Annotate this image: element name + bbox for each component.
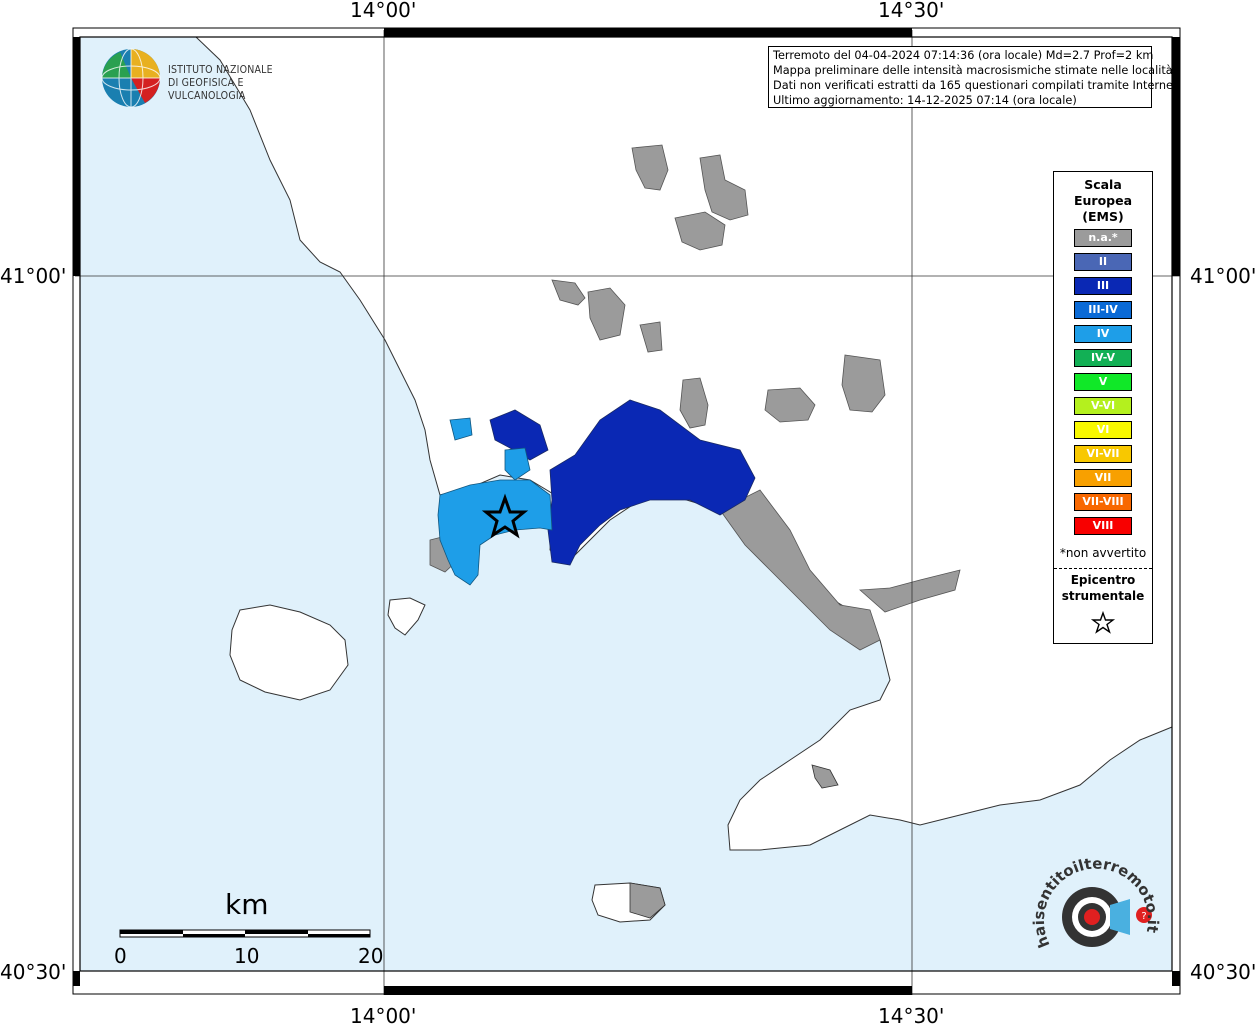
event-info-line-4: Ultimo aggiornamento: 14-12-2025 07:14 (… [773, 94, 1077, 107]
legend-item-iii-iv: III-IV [1074, 301, 1132, 319]
tick-lat-40-30-left: 40°30' [0, 960, 67, 984]
target-icon: ? haisentitoilterremoto.it [1030, 855, 1162, 951]
scale-bar-label-0: 0 [114, 944, 127, 968]
legend-item-viii: VIII [1074, 517, 1132, 535]
legend-separator [1054, 568, 1152, 569]
legend-item-n-a: n.a.* [1074, 229, 1132, 247]
logo-line-2: DI GEOFISICA E VULCANOLOGIA [168, 77, 246, 102]
event-info-line-2: Mappa preliminare delle intensità macros… [773, 64, 1173, 77]
legend-item-vi-vii: VI-VII [1074, 445, 1132, 463]
legend-item-ii: II [1074, 253, 1132, 271]
legend-item-vii: VII [1074, 469, 1132, 487]
tick-lat-41-00-left: 41°00' [0, 264, 67, 288]
ingv-logo: ISTITUTO NAZIONALE DI GEOFISICA E VULCAN… [100, 47, 320, 109]
scale-bar-label-20: 20 [358, 944, 384, 968]
legend-epicenter-2: strumentale [1061, 589, 1145, 603]
tick-lon-14-00-top: 14°00' [350, 0, 417, 22]
legend-title-3: (EMS) [1082, 209, 1124, 224]
epicenter-star-icon [1090, 610, 1116, 634]
event-info-line-1: Terremoto del 04-04-2024 07:14:36 (ora l… [773, 49, 1154, 62]
legend-item-iii: III [1074, 277, 1132, 295]
ems-legend: Scala Europea (EMS) n.a.* II III III-IV IV IV… [1053, 171, 1153, 644]
legend-item-vi: VI [1074, 421, 1132, 439]
tick-lat-41-00-right: 41°00' [1190, 264, 1255, 288]
legend-title-1: Scala [1084, 177, 1122, 192]
legend-item-iv: IV [1074, 325, 1132, 343]
tick-lon-14-00-bottom: 14°00' [350, 1004, 417, 1028]
legend-item-v-vi: V-VI [1074, 397, 1132, 415]
legend-epicenter-1: Epicentro [1070, 573, 1136, 587]
logo-line-1: ISTITUTO NAZIONALE [168, 64, 273, 76]
haisentito-logo: ? haisentitoilterremoto.it [1030, 855, 1162, 985]
tick-lon-14-30-top: 14°30' [878, 0, 945, 22]
event-info-line-3: Dati non verificati estratti da 165 ques… [773, 79, 1182, 92]
legend-note: *non avvertito [1059, 546, 1147, 560]
event-info-box: Terremoto del 04-04-2024 07:14:36 (ora l… [768, 46, 1182, 108]
scale-bar-label-10: 10 [234, 944, 260, 968]
legend-item-vii-viii: VII-VIII [1074, 493, 1132, 511]
legend-item-iv-v: IV-V [1074, 349, 1132, 367]
legend-item-v: V [1074, 373, 1132, 391]
legend-title-2: Europea [1073, 193, 1133, 208]
tick-lon-14-30-bottom: 14°30' [878, 1004, 945, 1028]
not-felt-area [841, 354, 886, 413]
scale-bar-graphic [119, 929, 371, 938]
globe-icon [101, 48, 161, 108]
scale-bar-unit: km [225, 888, 269, 921]
tick-lat-40-30-right: 40°30' [1190, 960, 1255, 984]
